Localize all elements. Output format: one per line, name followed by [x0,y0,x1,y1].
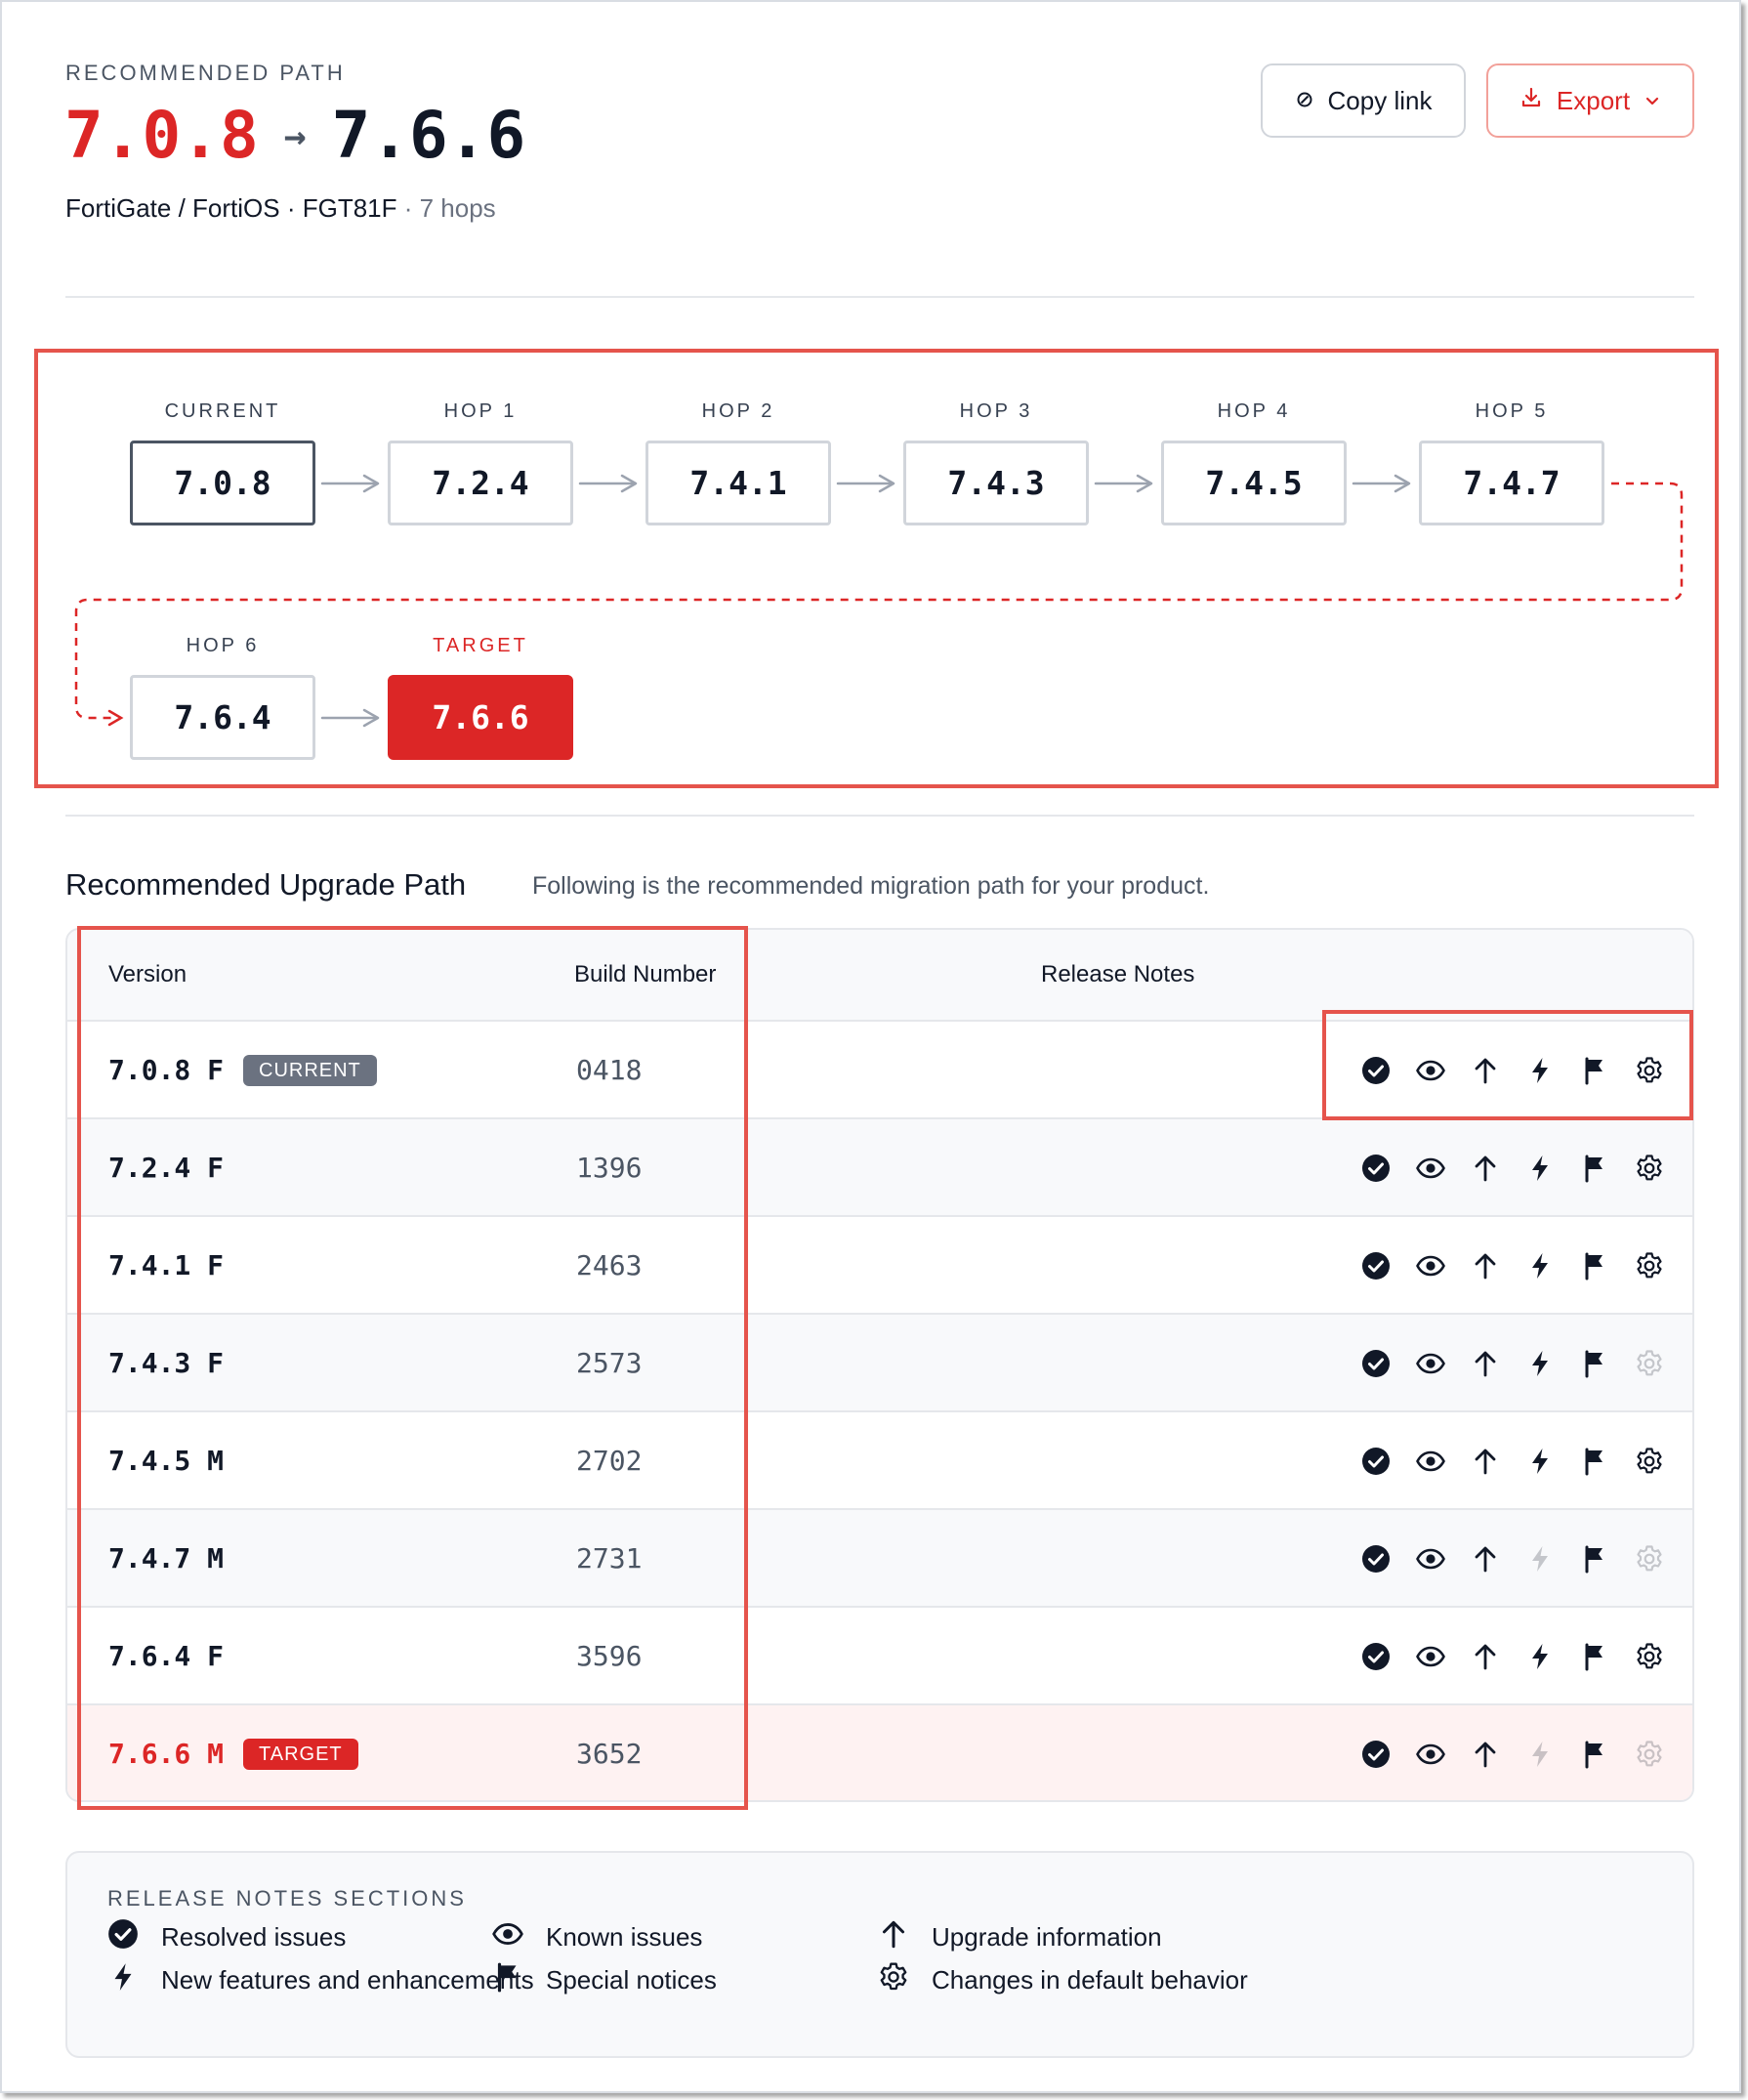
release-notes-icons [1349,1737,1677,1772]
release-notes-icons [1349,1639,1677,1674]
bolt-icon [106,1960,140,2000]
legend-title: RELEASE NOTES SECTIONS [107,1886,467,1911]
legend-item: Resolved issues [106,1917,346,1957]
release-notes-icons [1349,1248,1677,1283]
release-notes-legend: RELEASE NOTES SECTIONS Resolved issues Kn… [65,1851,1694,2058]
arrow-up-icon[interactable] [1458,1541,1513,1576]
legend-label: Special notices [546,1965,717,1995]
bolt-icon[interactable] [1513,1248,1567,1283]
eye-icon[interactable] [1403,1151,1458,1186]
check-circle-icon[interactable] [1349,1248,1403,1283]
legend-label: Upgrade information [932,1922,1162,1952]
column-header-release-notes: Release Notes [1041,961,1195,987]
legend-label: New features and enhancements [161,1965,534,1995]
arrow-up-icon [877,1917,910,1957]
eye-icon[interactable] [1403,1444,1458,1479]
arrow-up-icon[interactable] [1458,1248,1513,1283]
bolt-icon [1513,1737,1567,1772]
gear-icon [1622,1737,1677,1772]
check-circle-icon[interactable] [1349,1541,1403,1576]
legend-item: Known issues [491,1917,702,1957]
flag-icon[interactable] [1567,1444,1622,1479]
flag-icon[interactable] [1567,1346,1622,1381]
eye-icon [491,1917,524,1957]
gear-icon [877,1960,910,2000]
check-circle-icon [106,1917,140,1957]
release-notes-icons [1349,1541,1677,1576]
bolt-icon[interactable] [1513,1151,1567,1186]
arrow-up-icon[interactable] [1458,1444,1513,1479]
check-circle-icon[interactable] [1349,1737,1403,1772]
check-circle-icon[interactable] [1349,1639,1403,1674]
legend-label: Known issues [546,1922,703,1952]
bolt-icon[interactable] [1513,1444,1567,1479]
bolt-icon[interactable] [1513,1346,1567,1381]
flag-icon[interactable] [1567,1541,1622,1576]
flag-icon[interactable] [1567,1737,1622,1772]
arrow-up-icon[interactable] [1458,1151,1513,1186]
bolt-icon[interactable] [1513,1639,1567,1674]
release-notes-icons [1349,1444,1677,1479]
section-subtitle: Following is the recommended migration p… [532,872,1210,900]
eye-icon[interactable] [1403,1248,1458,1283]
gear-icon[interactable] [1622,1639,1677,1674]
release-notes-icons [1349,1346,1677,1381]
bolt-icon [1513,1541,1567,1576]
legend-item: Changes in default behavior [877,1960,1248,2000]
check-circle-icon[interactable] [1349,1151,1403,1186]
legend-label: Resolved issues [161,1922,347,1952]
gear-icon[interactable] [1622,1248,1677,1283]
eye-icon[interactable] [1403,1639,1458,1674]
arrow-up-icon[interactable] [1458,1346,1513,1381]
flag-icon[interactable] [1567,1151,1622,1186]
legend-item: New features and enhancements [106,1960,534,2000]
section-title: Recommended Upgrade Path [65,867,467,902]
legend-item: Special notices [491,1960,717,2000]
arrow-up-icon[interactable] [1458,1639,1513,1674]
icons-highlight [1322,1010,1693,1120]
flag-icon [491,1960,524,2000]
legend-item: Upgrade information [877,1917,1162,1957]
flow-highlight [34,349,1719,788]
check-circle-icon[interactable] [1349,1444,1403,1479]
gear-icon[interactable] [1622,1444,1677,1479]
legend-label: Changes in default behavior [932,1965,1248,1995]
divider-middle [65,815,1694,817]
check-circle-icon[interactable] [1349,1346,1403,1381]
eye-icon[interactable] [1403,1737,1458,1772]
gear-icon [1622,1541,1677,1576]
flag-icon[interactable] [1567,1639,1622,1674]
version-build-highlight [77,926,748,1810]
eye-icon[interactable] [1403,1346,1458,1381]
eye-icon[interactable] [1403,1541,1458,1576]
flag-icon[interactable] [1567,1248,1622,1283]
release-notes-icons [1349,1151,1677,1186]
gear-icon[interactable] [1622,1151,1677,1186]
arrow-up-icon[interactable] [1458,1737,1513,1772]
gear-icon [1622,1346,1677,1381]
